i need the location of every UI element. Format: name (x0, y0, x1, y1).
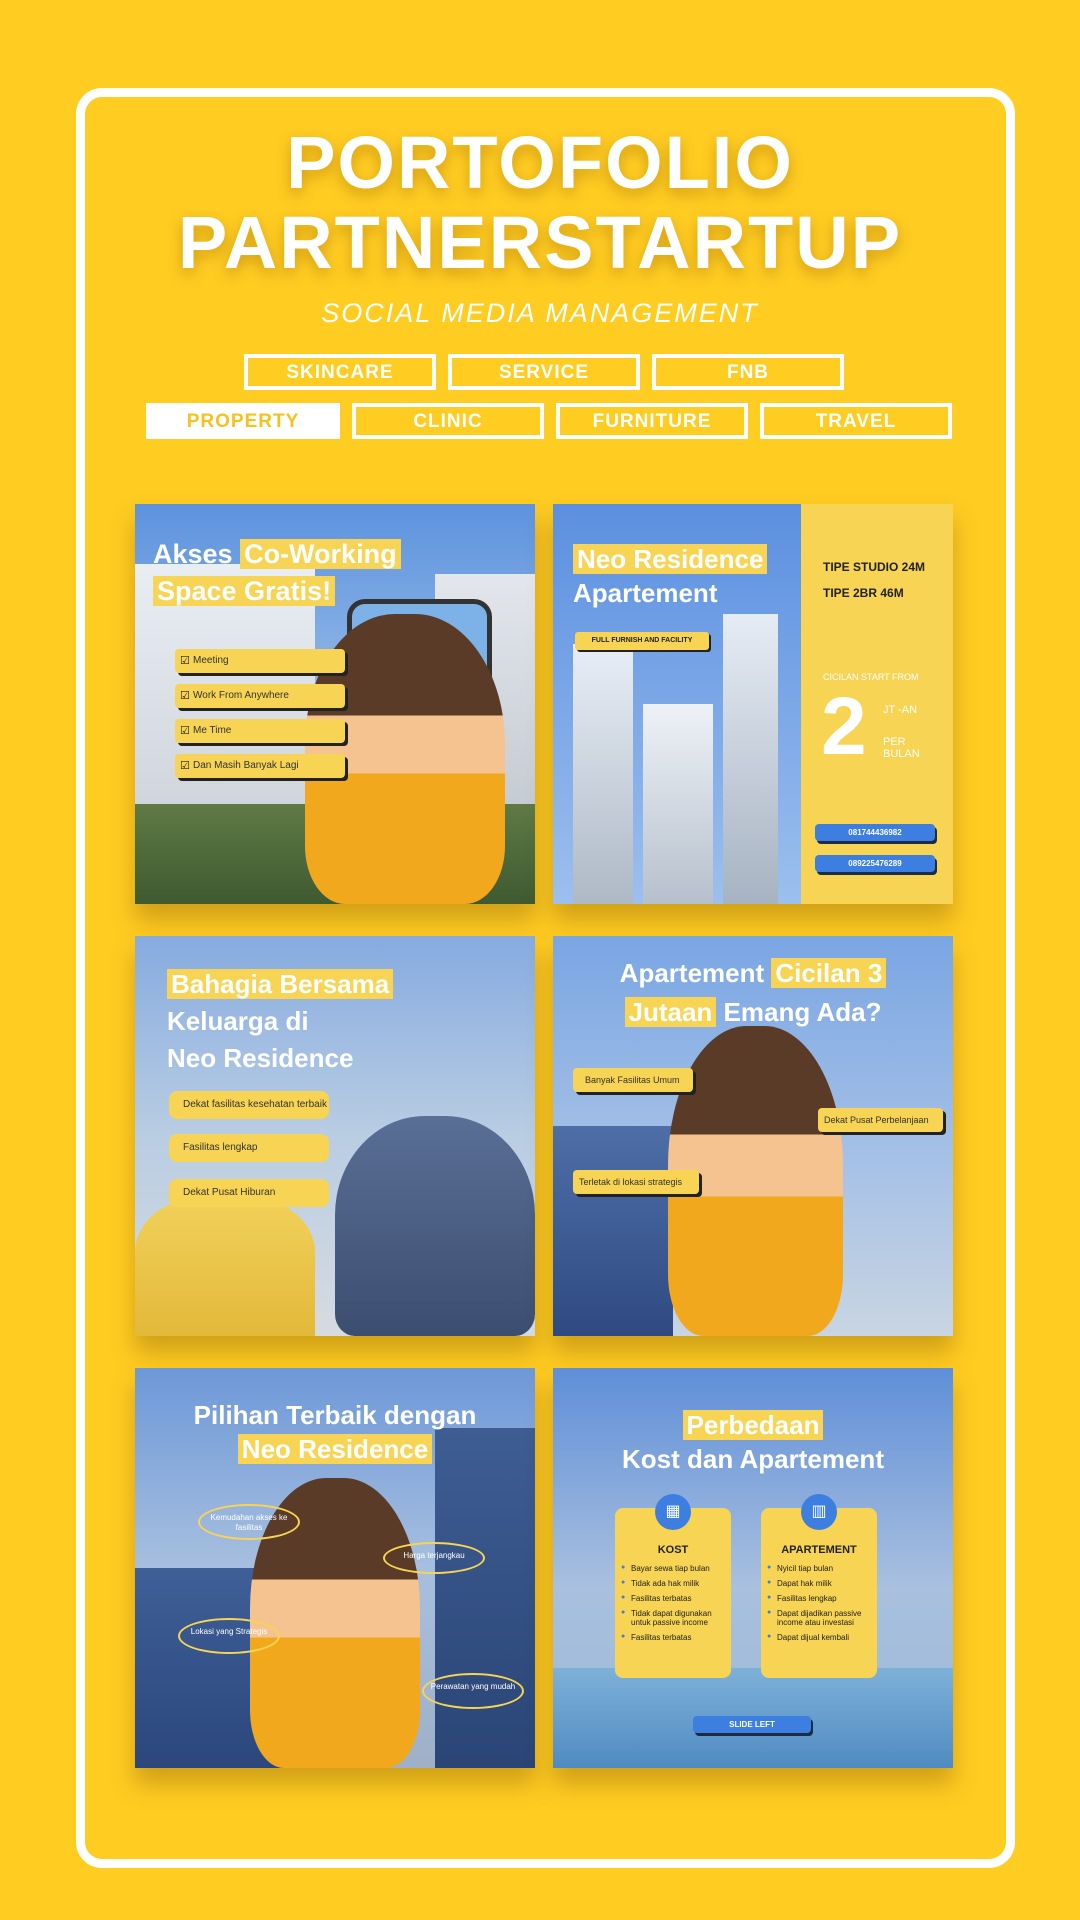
type-list: TIPE STUDIO 24M TIPE 2BR 46M (823, 560, 943, 600)
feature-oval: Kemudahan akses ke fasilitas (198, 1504, 300, 1540)
tower-image (573, 644, 633, 904)
feature-oval: Perawatan yang mudah (422, 1673, 524, 1709)
post-title: Akses Co-Working Space Gratis! (153, 536, 401, 610)
apartment-icon: ▥ (801, 1494, 837, 1530)
feature-item: Dekat Pusat Perbelanjaan (818, 1108, 943, 1132)
post-perbedaan[interactable]: Perbedaan Kost dan Apartement ▦ KOST Bay… (553, 1368, 953, 1768)
feature-item: Terletak di lokasi strategis (573, 1170, 699, 1194)
page-subtitle: SOCIAL MEDIA MANAGEMENT (321, 298, 759, 328)
post-title: Apartement Cicilan 3 Jutaan Emang Ada? (553, 954, 953, 1032)
tower-image (723, 614, 778, 904)
tab-clinic[interactable]: CLINIC (352, 403, 544, 439)
apartement-item: Dapat dijual kembali (767, 1633, 877, 1642)
page-title-line1: PORTOFOLIO (286, 121, 794, 204)
apartement-item: Nyicil tiap bulan (767, 1564, 877, 1573)
post-coworking[interactable]: Akses Co-Working Space Gratis! ☑ Meeting … (135, 504, 535, 904)
phone-button[interactable]: 089225476289 (815, 855, 935, 872)
type-item: TIPE 2BR 46M (823, 586, 904, 600)
curtain-image (435, 1428, 535, 1768)
kost-item: Bayar sewa tiap bulan (621, 1564, 731, 1573)
apartement-item: Dapat dijadikan passive income atau inve… (767, 1609, 877, 1627)
building-icon: ▦ (655, 1494, 691, 1530)
apartement-title: APARTEMENT (781, 1544, 857, 1556)
post-title: Neo Residence Apartement (573, 542, 768, 610)
post-title: Bahagia Bersama Keluarga di Neo Residenc… (167, 966, 394, 1077)
feature-item: Dekat fasilitas kesehatan terbaik (169, 1091, 329, 1119)
cicilan-unit: JT -AN (883, 704, 918, 716)
apartement-item: Dapat hak milik (767, 1579, 877, 1588)
cicilan-value: 2 (821, 681, 867, 772)
feature-oval: Harga terjangkau (383, 1542, 485, 1574)
post-title: Pilihan Terbaik dengan Neo Residence (193, 1400, 477, 1464)
pillow-image (135, 1196, 315, 1336)
kost-item: Tidak ada hak milik (621, 1579, 731, 1588)
tab-travel[interactable]: TRAVEL (760, 403, 952, 439)
family-image (335, 1116, 535, 1336)
feature-item: ☑ Meeting (175, 649, 345, 673)
slide-left-button[interactable]: SLIDE LEFT (693, 1716, 811, 1733)
sofa-image (553, 1126, 673, 1336)
kost-item: Fasilitas terbatas (621, 1594, 731, 1603)
feature-item: Banyak Fasilitas Umum (573, 1068, 693, 1092)
tower-image (643, 704, 713, 904)
kost-item: Tidak dapat digunakan untuk passive inco… (621, 1609, 731, 1627)
tab-fnb[interactable]: FNB (652, 354, 844, 390)
kost-card: ▦ KOST Bayar sewa tiap bulan Tidak ada h… (615, 1494, 731, 1678)
feature-item: Dekat Pusat Hiburan (169, 1179, 329, 1207)
phone-button[interactable]: 081744436982 (815, 824, 935, 841)
tab-service[interactable]: SERVICE (448, 354, 640, 390)
cicilan-per: PER BULAN (883, 736, 920, 760)
feature-oval: Lokasi yang Strategis (178, 1618, 280, 1654)
post-bahagia[interactable]: Bahagia Bersama Keluarga di Neo Residenc… (135, 936, 535, 1336)
type-item: TIPE STUDIO 24M (823, 560, 926, 574)
apartement-item: Fasilitas lengkap (767, 1594, 877, 1603)
feature-item: ☑ Dan Masih Banyak Lagi (175, 754, 345, 778)
post-cicilan[interactable]: Apartement Cicilan 3 Jutaan Emang Ada? B… (553, 936, 953, 1336)
feature-item: ☑ Me Time (175, 719, 345, 743)
apartement-card: ▥ APARTEMENT Nyicil tiap bulan Dapat hak… (761, 1494, 877, 1678)
post-neo-apartement[interactable]: Neo Residence Apartement FULL FURNISH AN… (553, 504, 953, 904)
page-title-line2: PARTNERSTARTUP (177, 201, 903, 284)
feature-item: ☑ Work From Anywhere (175, 684, 345, 708)
feature-item: Fasilitas lengkap (169, 1134, 329, 1162)
post-title: Perbedaan Kost dan Apartement (622, 1410, 884, 1474)
tab-property[interactable]: PROPERTY (146, 403, 340, 439)
kost-item: Fasilitas terbatas (621, 1633, 731, 1642)
tab-furniture[interactable]: FURNITURE (556, 403, 748, 439)
facility-badge: FULL FURNISH AND FACILITY (575, 632, 709, 650)
tab-skincare[interactable]: SKINCARE (244, 354, 436, 390)
kost-title: KOST (657, 1544, 689, 1556)
post-pilihan[interactable]: Pilihan Terbaik dengan Neo Residence Kem… (135, 1368, 535, 1768)
